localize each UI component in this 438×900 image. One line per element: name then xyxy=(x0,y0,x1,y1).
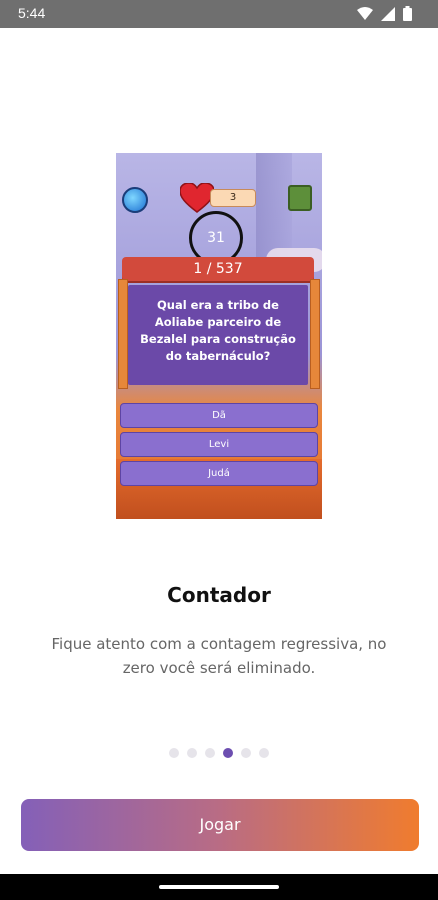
system-nav-bar xyxy=(0,874,438,900)
pager-dot[interactable] xyxy=(205,748,215,758)
answer-option: Judá xyxy=(120,461,318,486)
home-gesture-handle[interactable] xyxy=(159,885,279,889)
book-icon xyxy=(288,185,312,211)
answer-list: Dã Levi Judá xyxy=(120,403,318,490)
pager-dot-active[interactable] xyxy=(223,748,233,758)
potion-icon xyxy=(122,187,148,213)
lives-counter: 3 xyxy=(210,189,256,207)
pager-indicator xyxy=(0,748,438,758)
heart-icon xyxy=(180,183,214,213)
play-button[interactable]: Jogar xyxy=(21,799,419,851)
wifi-icon xyxy=(357,6,373,20)
status-time: 5:44 xyxy=(18,5,46,21)
question-progress-banner: 1 / 537 xyxy=(122,257,314,281)
pager-dot[interactable] xyxy=(259,748,269,758)
game-preview-image: 3 31 1 / 537 Qual era a tribo de Aoliabe… xyxy=(116,153,322,519)
answer-option: Dã xyxy=(120,403,318,428)
pager-dot[interactable] xyxy=(241,748,251,758)
pager-dot[interactable] xyxy=(169,748,179,758)
status-icons xyxy=(357,6,412,21)
signal-icon xyxy=(381,6,395,21)
status-bar: 5:44 xyxy=(0,0,438,28)
pillar-left-decoration xyxy=(118,279,128,389)
battery-icon xyxy=(403,6,412,21)
question-text: Qual era a tribo de Aoliabe parceiro de … xyxy=(128,285,308,385)
pillar-right-decoration xyxy=(310,279,320,389)
answer-option: Levi xyxy=(120,432,318,457)
onboarding-title: Contador xyxy=(167,583,271,607)
onboarding-description: Fique atento com a contagem regressiva, … xyxy=(51,635,387,677)
pager-dot[interactable] xyxy=(187,748,197,758)
